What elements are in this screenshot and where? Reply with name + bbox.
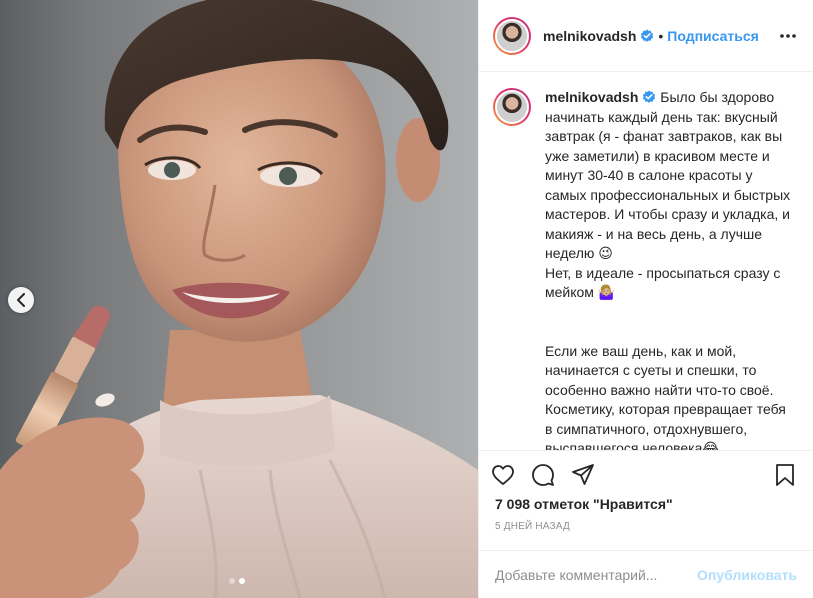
comment-form: Опубликовать xyxy=(479,550,813,598)
username-link[interactable]: melnikovadsh xyxy=(543,28,636,44)
caption-body: Было бы здорово начинать каждый день так… xyxy=(545,89,791,450)
separator-dot: • xyxy=(658,27,664,44)
post-header: melnikovadsh • Подписаться xyxy=(479,0,813,72)
carousel-dot-active xyxy=(239,578,245,584)
bookmark-icon[interactable] xyxy=(773,463,797,487)
portrait-image xyxy=(0,0,478,598)
verified-badge-icon xyxy=(641,29,654,42)
caption-username-link[interactable]: melnikovadsh xyxy=(545,89,638,105)
carousel-dot xyxy=(229,578,235,584)
action-bar xyxy=(479,450,813,498)
likes-count[interactable]: 7 098 отметок "Нравится" xyxy=(495,496,673,512)
carousel-prev-button[interactable] xyxy=(8,287,34,313)
post-photo[interactable] xyxy=(0,0,478,598)
caption-area: melnikovadsh Было бы здорово начинать ка… xyxy=(479,72,813,450)
post-details-panel: melnikovadsh • Подписаться melnikovadsh … xyxy=(478,0,813,598)
publish-button[interactable]: Опубликовать xyxy=(697,567,797,583)
comment-bubble-icon[interactable] xyxy=(531,463,555,487)
verified-badge-icon xyxy=(643,90,656,103)
heart-icon[interactable] xyxy=(491,463,515,487)
follow-button[interactable]: Подписаться xyxy=(667,28,759,44)
caption-avatar[interactable] xyxy=(493,88,531,126)
avatar[interactable] xyxy=(493,16,531,55)
more-options-icon[interactable] xyxy=(779,24,797,48)
caption-text: melnikovadsh Было бы здорово начинать ка… xyxy=(545,88,795,450)
chevron-left-icon xyxy=(17,293,25,307)
comment-input[interactable] xyxy=(495,566,698,583)
paper-plane-icon[interactable] xyxy=(571,463,595,487)
post-timestamp[interactable]: 5 дней назад xyxy=(495,521,570,532)
carousel-indicator xyxy=(229,578,245,584)
